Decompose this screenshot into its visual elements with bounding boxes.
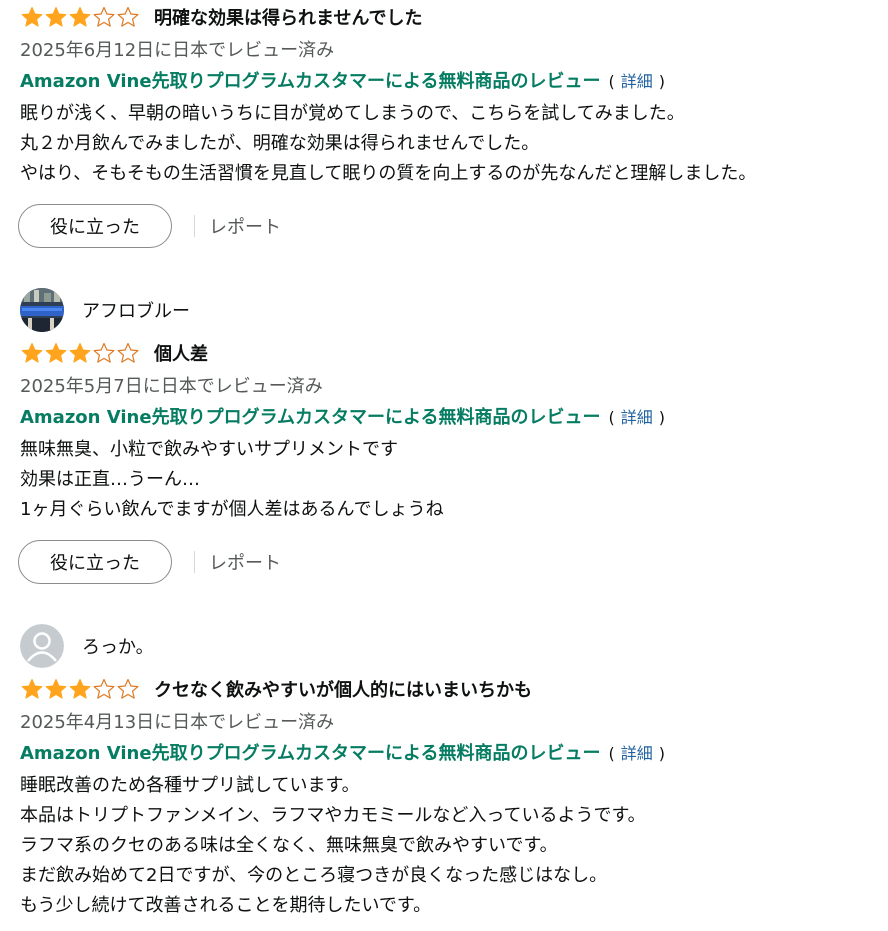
star-filled-icon — [21, 343, 43, 363]
review-body-line: もう少し続けて改善されることを期待したいです。 — [20, 895, 432, 916]
review-body-line: ラフマ系のクセのある味は全くなく、無味無臭で飲みやすいです。 — [20, 835, 558, 856]
review-2-body: 無味無臭、小粒で飲みやすいサプリメントです 効果は正直…うーん… 1ヶ月ぐらい飲… — [20, 435, 444, 525]
review-2-actions: 役に立った レポート — [18, 540, 281, 584]
star-filled-icon — [21, 7, 43, 27]
reviewer-profile[interactable]: ろっか。 — [20, 622, 154, 670]
helpful-button[interactable]: 役に立った — [18, 204, 172, 248]
review-3-title-row: クセなく飲みやすいが個人的にはいまいちかも — [20, 676, 532, 702]
star-filled-icon — [45, 343, 67, 363]
detail-close-paren: ) — [658, 72, 665, 91]
vine-detail-link[interactable]: 詳細 — [621, 740, 653, 764]
review-1-actions: 役に立った レポート — [18, 204, 281, 248]
review-body-line: 丸２か月飲んでみましたが、明確な効果は得られませんでした。 — [20, 133, 540, 154]
star-outline-icon — [93, 678, 115, 699]
review-1-star-rating[interactable] — [20, 6, 140, 28]
helpful-button[interactable]: 役に立った — [18, 540, 172, 584]
vine-program-link[interactable]: Amazon Vine先取りプログラムカスタマーによる無料商品のレビュー — [20, 739, 600, 765]
vine-detail-link[interactable]: 詳細 — [621, 404, 653, 428]
review-body-line: 効果は正直…うーん… — [20, 469, 200, 490]
review-2-title[interactable]: 個人差 — [154, 340, 208, 366]
reviewer-name[interactable]: アフロブルー — [82, 297, 190, 323]
star-filled-icon — [69, 679, 91, 699]
detail-open-paren: ( — [608, 72, 615, 91]
user-photo-avatar[interactable] — [20, 288, 64, 332]
star-filled-icon — [69, 343, 91, 363]
star-outline-icon — [93, 6, 115, 27]
review-body-line: やはり、そもそもの生活習慣を見直して眠りの質を向上するのが先なんだと理解しました… — [20, 163, 757, 184]
review-3-star-rating[interactable] — [20, 678, 140, 700]
review-2-date: 2025年5月7日に日本でレビュー済み — [20, 376, 323, 397]
star-filled-icon — [45, 7, 67, 27]
action-divider — [194, 551, 195, 573]
detail-close-paren: ) — [658, 744, 665, 763]
default-user-avatar-icon[interactable] — [20, 624, 64, 668]
review-1-title-row: 明確な効果は得られませんでした — [20, 4, 423, 30]
review-body-line: 睡眠改善のため各種サプリ試しています。 — [20, 775, 360, 796]
report-link[interactable]: レポート — [209, 549, 281, 575]
review-1-vine-row: Amazon Vine先取りプログラムカスタマーによる無料商品のレビュー ( 詳… — [20, 67, 665, 93]
review-3-vine-row: Amazon Vine先取りプログラムカスタマーによる無料商品のレビュー ( 詳… — [20, 739, 665, 765]
review-3-title[interactable]: クセなく飲みやすいが個人的にはいまいちかも — [154, 676, 532, 702]
review-2-star-rating[interactable] — [20, 342, 140, 364]
review-3-body: 睡眠改善のため各種サプリ試しています。 本品はトリプトファンメイン、ラフマやカモ… — [20, 771, 646, 921]
detail-open-paren: ( — [608, 744, 615, 763]
reviewer-name[interactable]: ろっか。 — [82, 633, 154, 659]
review-body-line: まだ飲み始めて2日ですが、今のところ寝つきが良くなった感じはなし。 — [20, 865, 608, 886]
review-body-line: 眠りが浅く、早朝の暗いうちに目が覚めてしまうので、こちらを試してみました。 — [20, 103, 685, 124]
star-outline-icon — [117, 6, 139, 27]
vine-detail-link[interactable]: 詳細 — [621, 68, 653, 92]
star-outline-icon — [117, 342, 139, 363]
review-1-body: 眠りが浅く、早朝の暗いうちに目が覚めてしまうので、こちらを試してみました。 丸２… — [20, 99, 756, 189]
review-1-date: 2025年6月12日に日本でレビュー済み — [20, 40, 335, 61]
vine-program-link[interactable]: Amazon Vine先取りプログラムカスタマーによる無料商品のレビュー — [20, 403, 600, 429]
reviewer-profile[interactable]: アフロブルー — [20, 286, 190, 334]
review-3-date: 2025年4月13日に日本でレビュー済み — [20, 712, 335, 733]
star-filled-icon — [21, 679, 43, 699]
star-filled-icon — [45, 679, 67, 699]
detail-close-paren: ) — [658, 408, 665, 427]
review-body-line: 無味無臭、小粒で飲みやすいサプリメントです — [20, 439, 398, 460]
review-1-title[interactable]: 明確な効果は得られませんでした — [154, 4, 423, 30]
review-2-vine-row: Amazon Vine先取りプログラムカスタマーによる無料商品のレビュー ( 詳… — [20, 403, 665, 429]
review-2-title-row: 個人差 — [20, 340, 208, 366]
star-outline-icon — [93, 342, 115, 363]
action-divider — [194, 215, 195, 237]
star-outline-icon — [117, 678, 139, 699]
review-body-line: 1ヶ月ぐらい飲んでますが個人差はあるんでしょうね — [20, 499, 444, 520]
vine-program-link[interactable]: Amazon Vine先取りプログラムカスタマーによる無料商品のレビュー — [20, 67, 600, 93]
review-body-line: 本品はトリプトファンメイン、ラフマやカモミールなど入っているようです。 — [20, 805, 646, 826]
report-link[interactable]: レポート — [209, 213, 281, 239]
star-filled-icon — [69, 7, 91, 27]
detail-open-paren: ( — [608, 408, 615, 427]
